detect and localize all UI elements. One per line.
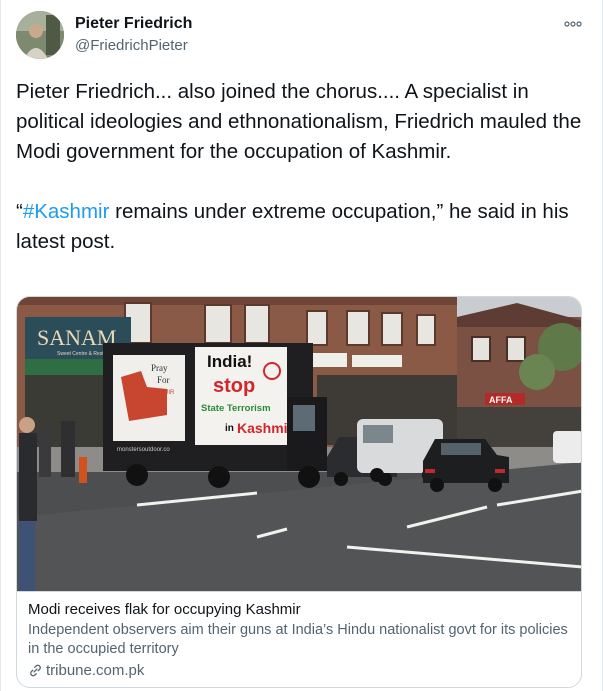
link-card[interactable]: SANAM Sweet Centre & Restaurant AFFA Pra… — [16, 296, 582, 688]
affa-sign-text: AFFA — [489, 395, 513, 405]
card-title[interactable]: Modi receives flak for occupying Kashmir — [28, 600, 572, 619]
quote-open: “ — [16, 200, 23, 223]
panel-right-line2: stop — [213, 375, 255, 397]
user-handle[interactable]: @FriedrichPieter — [75, 37, 188, 54]
panel-left-line1: Pray — [151, 363, 168, 373]
avatar-image — [16, 11, 64, 59]
panel-right-line4: in — [225, 423, 234, 434]
card-domain[interactable]: tribune.com.pk — [28, 661, 572, 680]
card-image[interactable]: SANAM Sweet Centre & Restaurant AFFA Pra… — [17, 297, 582, 591]
panel-right-line5: Kashmir — [237, 420, 294, 436]
panel-right-line1: India! — [207, 352, 252, 371]
tweet: Pieter Friedrich @FriedrichPieter Pieter… — [0, 0, 603, 691]
card-description: Independent observers aim their guns at … — [28, 622, 568, 657]
panel-left-line3: KASHMIR — [147, 390, 175, 396]
link-icon — [30, 664, 41, 677]
hashtag-link[interactable]: #Kashmir — [23, 200, 110, 223]
panel-left-line2: For — [157, 375, 170, 385]
tweet-paragraph-1: Pieter Friedrich... also joined the chor… — [16, 80, 582, 163]
more-dots-icon — [564, 21, 582, 27]
card-domain-text: tribune.com.pk — [46, 662, 145, 679]
card-meta: Modi receives flak for occupying Kashmir… — [17, 591, 581, 687]
tweet-text: Pieter Friedrich... also joined the chor… — [16, 77, 591, 257]
panel-right-line3: State Terrorism — [201, 403, 271, 414]
van-footer-text: monstersoutdoor.co — [117, 447, 170, 453]
tweet-paragraph-2: “#Kashmir remains under extreme occupati… — [16, 197, 591, 257]
more-button[interactable] — [561, 14, 585, 34]
avatar[interactable] — [16, 11, 64, 59]
display-name[interactable]: Pieter Friedrich — [75, 15, 192, 33]
